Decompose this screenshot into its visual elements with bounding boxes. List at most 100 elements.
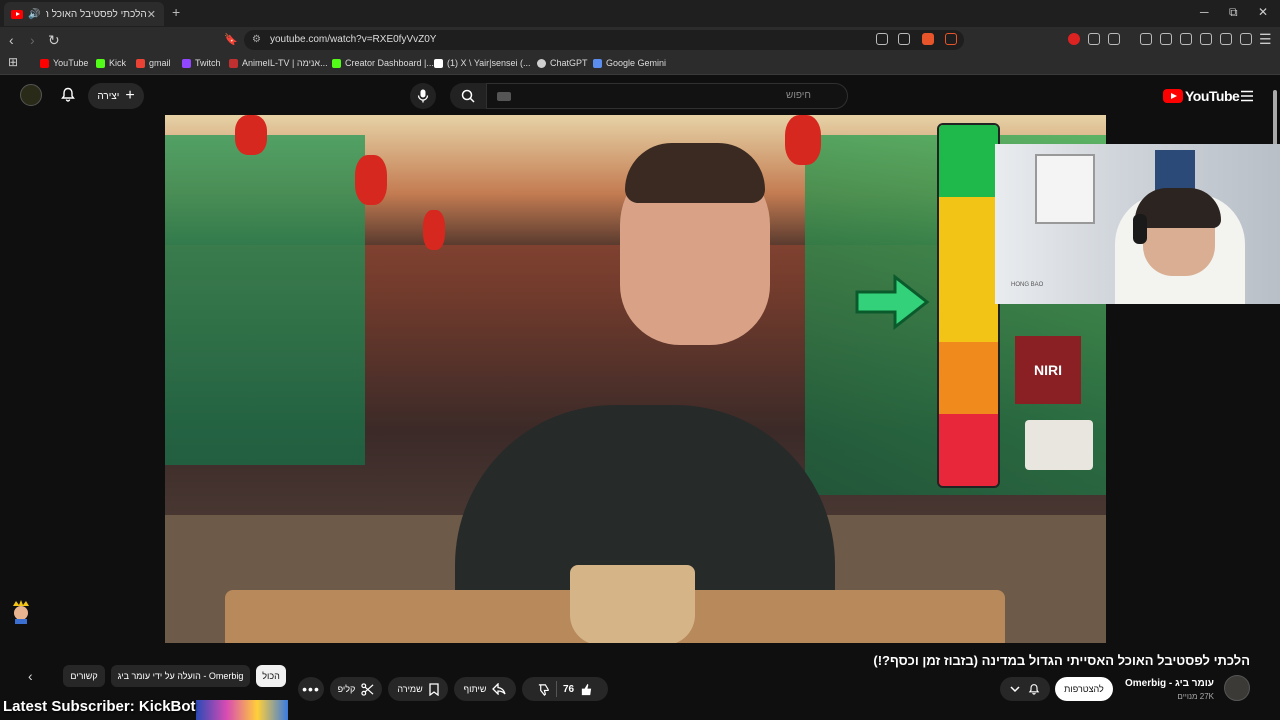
related-video-thumbnail[interactable] bbox=[196, 700, 288, 720]
avatar[interactable] bbox=[20, 84, 42, 106]
chip-related[interactable]: קשורים bbox=[63, 665, 105, 687]
kick-icon bbox=[96, 58, 105, 68]
like-dislike-group: 76 bbox=[522, 677, 608, 701]
speaker-icon[interactable]: 🔊 bbox=[28, 9, 40, 20]
bookmark-label: YouTube bbox=[53, 58, 89, 68]
keyboard-icon[interactable] bbox=[497, 92, 511, 101]
site-info-icon[interactable]: ⚙ bbox=[252, 30, 261, 50]
channel-avatar[interactable] bbox=[1224, 675, 1250, 701]
address-bar[interactable]: ⚙ youtube.com/watch?v=RXE0fyVvZ0Y bbox=[244, 30, 964, 50]
leo-ai-icon[interactable] bbox=[1220, 33, 1232, 45]
dislike-icon[interactable] bbox=[537, 683, 550, 696]
bell-icon bbox=[1028, 683, 1040, 695]
meter-segment bbox=[939, 413, 998, 486]
streamer-emote-icon bbox=[13, 600, 29, 624]
restore-window-button[interactable]: ⧉ bbox=[1229, 5, 1238, 20]
youtube-logo-icon bbox=[1163, 89, 1183, 103]
bookmark-label: Google Gemini bbox=[606, 58, 667, 68]
facecam-label: HONG BAO bbox=[1011, 282, 1044, 288]
bookmarks-bar: ⊞ YouTube Kick gmail Twitch AnimeIL-TV |… bbox=[0, 53, 1280, 75]
clip-label: קליפ bbox=[337, 684, 356, 694]
youtube-icon bbox=[40, 58, 49, 68]
video-scene-bowl bbox=[570, 565, 695, 643]
chips-scroll-left-icon[interactable]: ‹ bbox=[28, 668, 33, 684]
bookmark-creator-dashboard[interactable]: Creator Dashboard |... bbox=[332, 58, 434, 68]
video-title: הלכתי לפסטיבל האוכל האסייתי הגדול במדינה… bbox=[873, 653, 1250, 668]
like-icon[interactable] bbox=[580, 683, 593, 696]
bookmark-youtube[interactable]: YouTube bbox=[40, 58, 88, 68]
lantern bbox=[423, 210, 445, 250]
browser-menu-icon[interactable]: ☰ bbox=[1259, 31, 1272, 48]
bookmark-twitch[interactable]: Twitch bbox=[182, 58, 221, 68]
vpn-shield-icon[interactable] bbox=[1240, 33, 1252, 45]
cast-icon[interactable] bbox=[876, 33, 888, 45]
bookmark-label: Creator Dashboard |... bbox=[345, 58, 434, 68]
scissors-icon bbox=[361, 682, 374, 696]
more-icon: ••• bbox=[302, 681, 320, 697]
chip-all[interactable]: הכול bbox=[256, 665, 286, 687]
extensions-icon[interactable] bbox=[1088, 33, 1100, 45]
close-tab-icon[interactable]: ✕ bbox=[147, 8, 156, 21]
meter-segment bbox=[939, 269, 998, 342]
share-page-icon[interactable] bbox=[898, 33, 910, 45]
share-icon bbox=[492, 683, 507, 695]
reload-button[interactable]: ↻ bbox=[48, 32, 60, 49]
bookmark-kick[interactable]: Kick bbox=[96, 58, 126, 68]
chip-uploaded-by[interactable]: הועלה על ידי עומר ביג - Omerbig bbox=[111, 665, 250, 687]
share-button[interactable]: שיתוף bbox=[454, 677, 516, 701]
search-icon bbox=[461, 89, 475, 103]
rating-arrow-icon bbox=[855, 274, 930, 330]
minimize-window-button[interactable]: ─ bbox=[1200, 5, 1209, 19]
new-tab-button[interactable]: + bbox=[172, 4, 180, 20]
bookmark-chatgpt[interactable]: ChatGPT bbox=[537, 58, 588, 68]
video-scene-wall bbox=[165, 135, 365, 465]
bookmark-page-icon[interactable]: 🔖 bbox=[224, 33, 238, 46]
save-button[interactable]: שמירה bbox=[388, 677, 448, 701]
gemini-icon bbox=[593, 58, 602, 68]
video-person-hair bbox=[625, 143, 765, 203]
media-icon[interactable] bbox=[1160, 33, 1172, 45]
bookmark-label: Kick bbox=[109, 58, 127, 68]
meter-segment bbox=[939, 125, 998, 198]
youtube-favicon-icon bbox=[11, 9, 23, 19]
voice-search-button[interactable] bbox=[410, 83, 436, 109]
browser-toolbar: ‹ › ↻ 🔖 ⚙ youtube.com/watch?v=RXE0fyVvZ0… bbox=[0, 27, 1280, 53]
bookmark-gemini[interactable]: Google Gemini bbox=[593, 58, 666, 68]
search-placeholder: חיפוש bbox=[786, 90, 811, 101]
ramen-sign-icon bbox=[1025, 420, 1093, 470]
x-icon bbox=[434, 58, 443, 68]
search-button[interactable] bbox=[450, 83, 486, 109]
subscription-bell-button[interactable] bbox=[1000, 677, 1050, 701]
meter-segment bbox=[939, 197, 998, 270]
notifications-bell-icon[interactable] bbox=[60, 87, 76, 108]
youtube-logo[interactable]: YouTube bbox=[1163, 88, 1240, 104]
brave-shield-icon[interactable] bbox=[922, 33, 934, 45]
join-button[interactable]: להצטרפות bbox=[1055, 677, 1113, 701]
brave-rewards-icon[interactable] bbox=[945, 33, 957, 45]
bookmark-x[interactable]: (1) X \ Yair|sensei (... bbox=[434, 58, 531, 68]
close-window-button[interactable]: ✕ bbox=[1258, 5, 1268, 19]
back-button[interactable]: ‹ bbox=[9, 32, 14, 48]
apps-grid-icon[interactable]: ⊞ bbox=[8, 55, 18, 69]
sidebar-icon[interactable] bbox=[1180, 33, 1192, 45]
wallet-icon[interactable] bbox=[1200, 33, 1212, 45]
bookmark-animeil[interactable]: AnimeIL-TV | אנימה... bbox=[229, 58, 328, 68]
latest-subscriber-overlay: Latest Subscriber: KickBot bbox=[3, 698, 196, 715]
channel-name[interactable]: עומר ביג - Omerbig bbox=[1125, 678, 1214, 689]
browser-tab[interactable]: 🔊 הלכתי לפסטיבל האוכל האסיי... ✕ bbox=[4, 2, 164, 26]
restaurant-sign-text: NIRI bbox=[1034, 362, 1062, 378]
extension-box-icon[interactable] bbox=[1108, 33, 1120, 45]
plus-icon: + bbox=[125, 87, 135, 104]
more-actions-button[interactable]: ••• bbox=[298, 677, 324, 701]
create-button[interactable]: יצירה + bbox=[88, 83, 144, 109]
guide-menu-icon[interactable] bbox=[1240, 89, 1254, 107]
bookmark-label: Twitch bbox=[195, 58, 221, 68]
bookmark-label: (1) X \ Yair|sensei (... bbox=[447, 58, 531, 68]
extension-red-icon[interactable] bbox=[1068, 33, 1080, 45]
bookmark-gmail[interactable]: gmail bbox=[136, 58, 171, 68]
create-label: יצירה bbox=[97, 90, 120, 102]
forward-button[interactable]: › bbox=[30, 32, 35, 48]
clip-button[interactable]: קליפ bbox=[330, 677, 382, 701]
downloads-icon[interactable] bbox=[1140, 33, 1152, 45]
search-input[interactable]: חיפוש bbox=[486, 83, 848, 109]
